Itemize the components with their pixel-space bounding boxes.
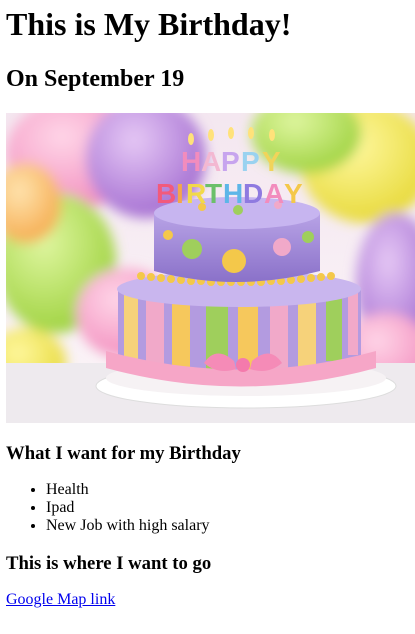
svg-text:D: D xyxy=(243,178,263,209)
birthday-cake-image: H A P P Y B I R T H D A Y xyxy=(6,113,415,423)
page-title: This is My Birthday! xyxy=(6,6,292,42)
svg-text:T: T xyxy=(205,178,222,209)
svg-text:H: H xyxy=(181,146,201,177)
list-item: Health xyxy=(46,481,409,499)
svg-text:Y: Y xyxy=(284,178,303,209)
svg-text:R: R xyxy=(186,178,206,209)
google-map-link[interactable]: Google Map link xyxy=(6,591,115,608)
date-heading: On September 19 xyxy=(6,66,185,92)
svg-text:B: B xyxy=(156,178,176,209)
wishlist-heading: What I want for my Birthday xyxy=(6,443,241,464)
svg-text:P: P xyxy=(221,146,240,177)
wishlist: Health Ipad New Job with high salary xyxy=(6,481,409,535)
page-content: This is My Birthday! On September 19 H A… xyxy=(0,0,415,609)
destination-heading: This is where I want to go xyxy=(6,553,212,574)
map-link-paragraph: Google Map link xyxy=(6,591,409,609)
svg-text:P: P xyxy=(241,146,260,177)
list-item: New Job with high salary xyxy=(46,517,409,535)
svg-text:I: I xyxy=(176,178,184,209)
svg-text:Y: Y xyxy=(262,146,281,177)
svg-text:H: H xyxy=(223,178,243,209)
svg-text:A: A xyxy=(264,178,284,209)
list-item: Ipad xyxy=(46,499,409,517)
svg-text:A: A xyxy=(201,146,221,177)
